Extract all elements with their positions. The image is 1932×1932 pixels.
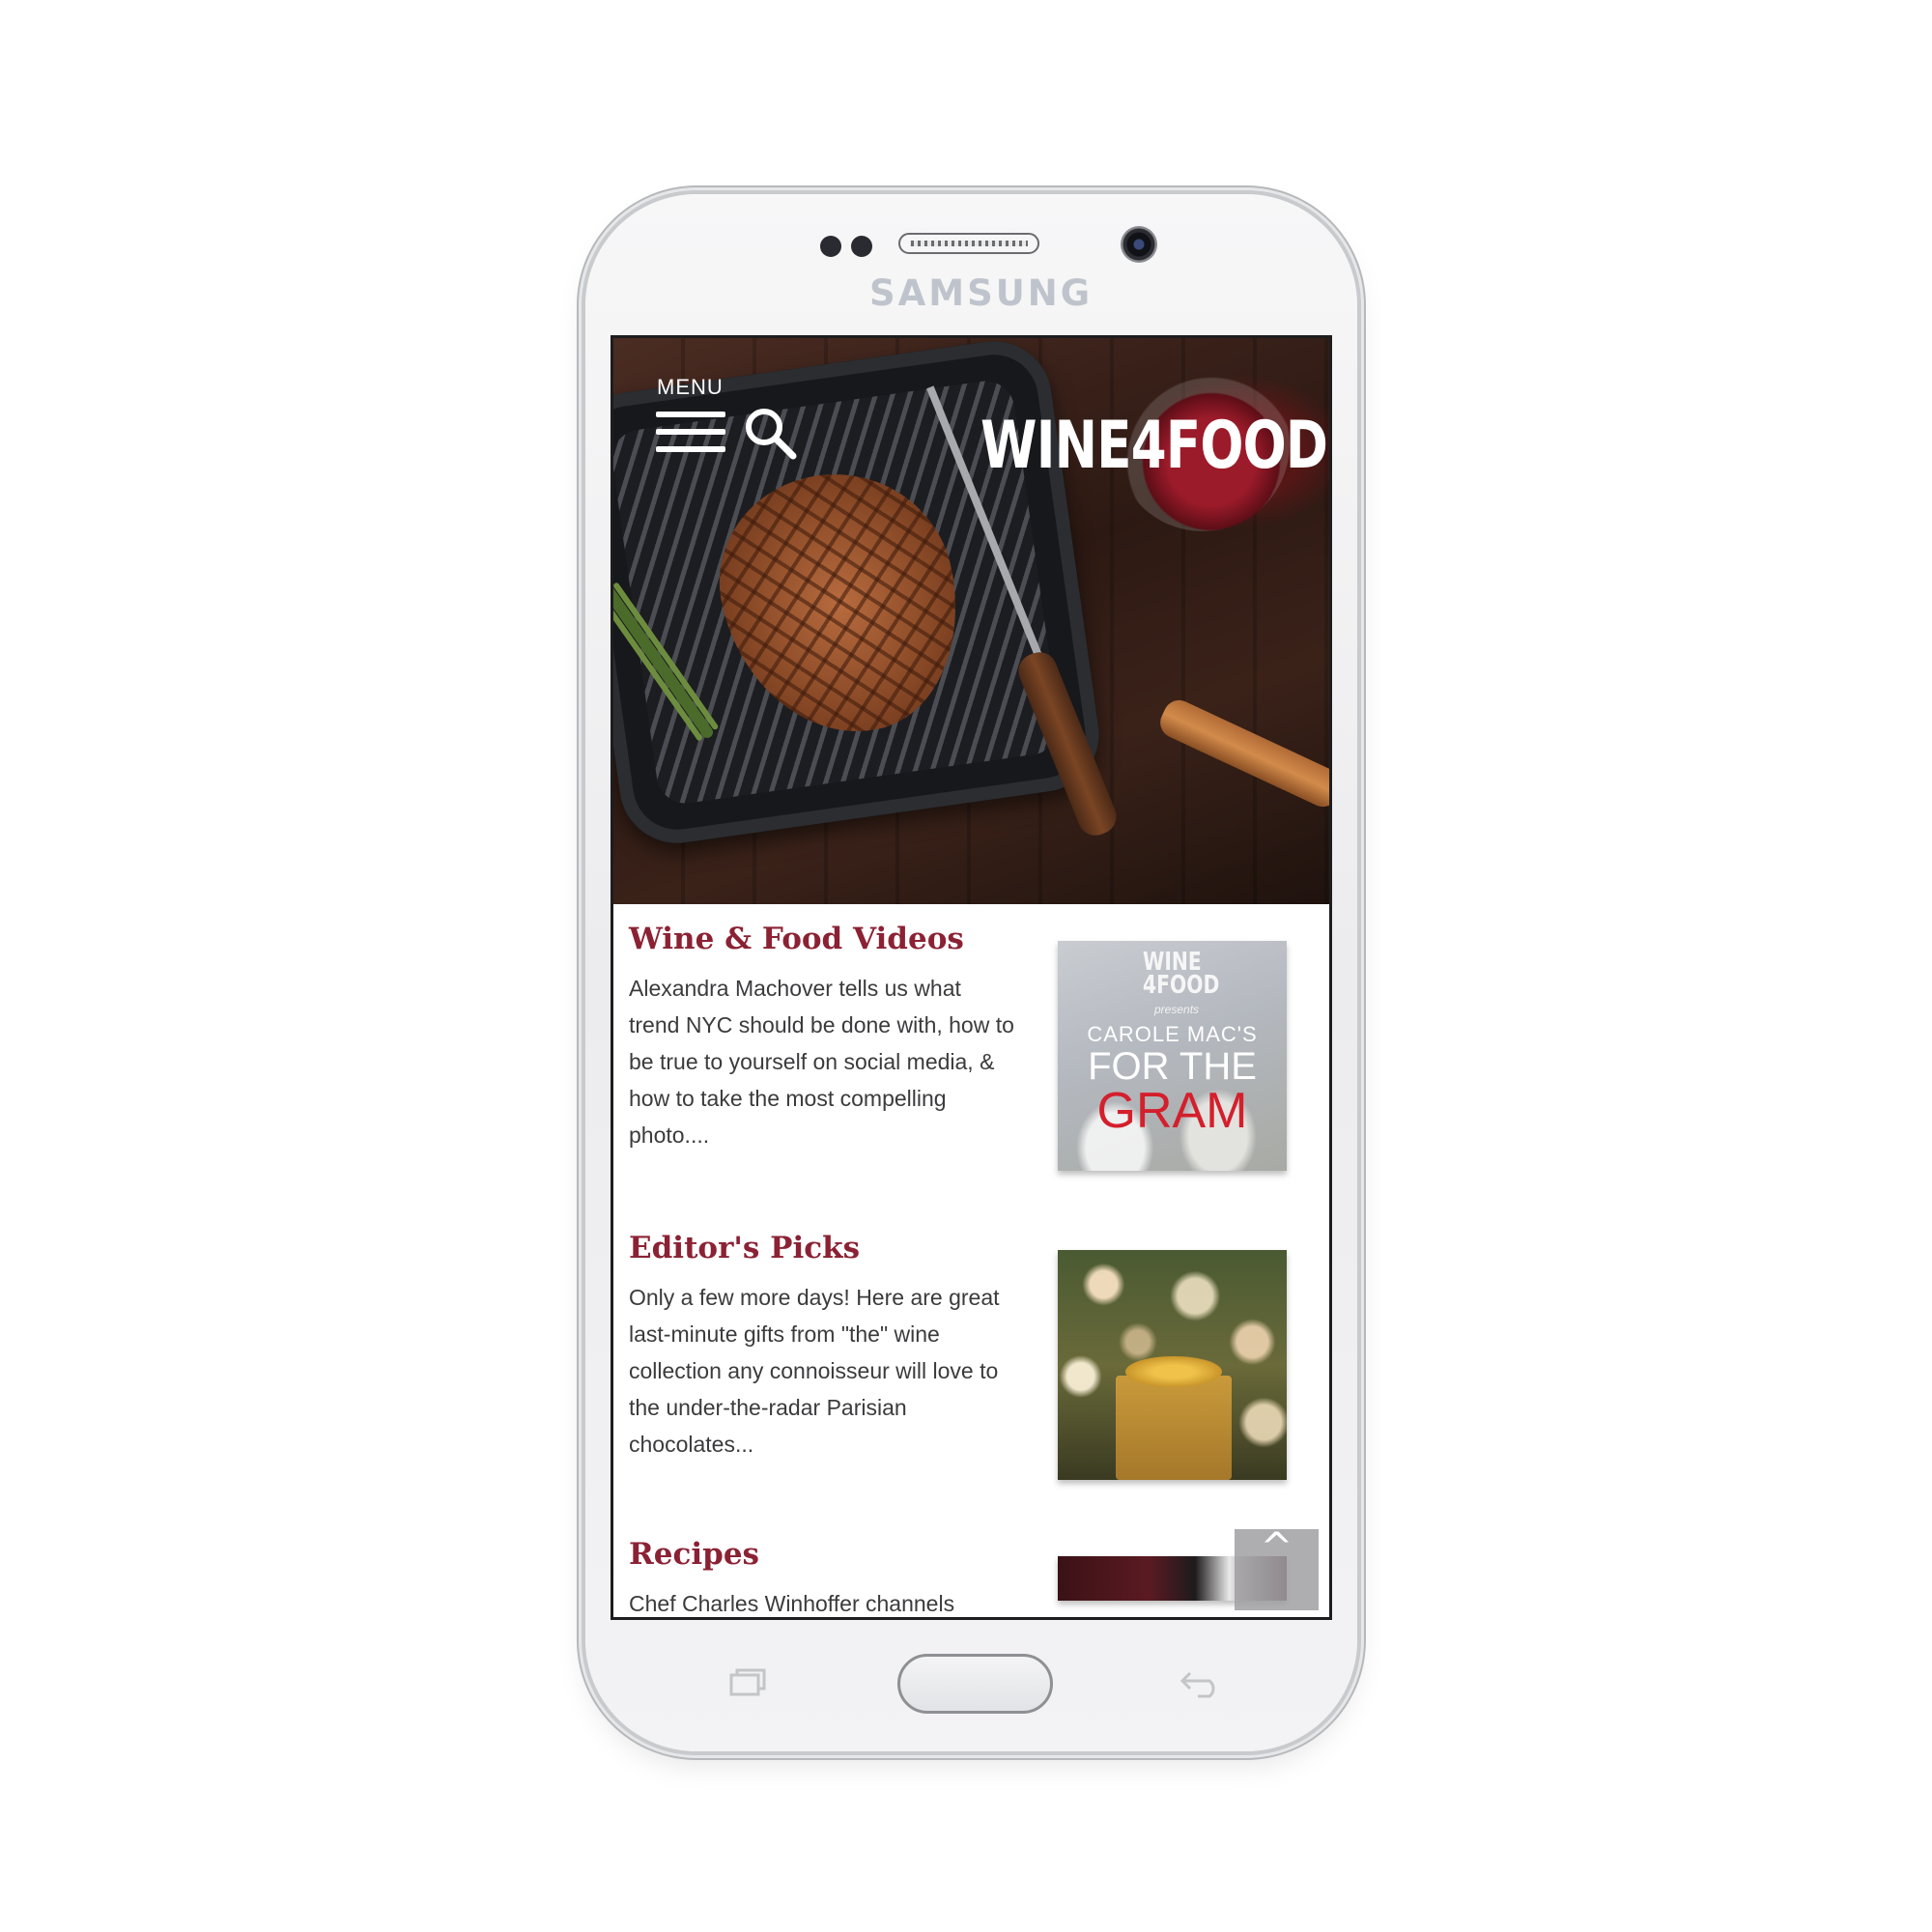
back-to-top-button[interactable]: ^ xyxy=(1235,1525,1319,1610)
thumbnail-brand-text: WINE 4FOOD xyxy=(1143,948,1220,1000)
gift-bow-graphic xyxy=(1125,1356,1222,1387)
thumbnail-line3: GRAM xyxy=(1096,1083,1248,1139)
caret-up-icon: ^ xyxy=(1260,1525,1293,1570)
knife-handle-graphic xyxy=(1154,695,1329,812)
volume-down-button[interactable] xyxy=(577,572,585,674)
recent-apps-icon[interactable] xyxy=(729,1667,768,1696)
light-sensor xyxy=(851,236,872,257)
search-icon[interactable] xyxy=(741,404,799,462)
article-excerpt: Only a few more days! Here are great las… xyxy=(629,1285,1000,1457)
gift-box-graphic xyxy=(1116,1376,1232,1480)
thumbnail-presents-text: presents xyxy=(1154,1003,1200,1016)
article-excerpt: Alexandra Machover tells us what trend N… xyxy=(629,976,1014,1148)
article-thumbnail[interactable] xyxy=(1058,1250,1287,1480)
site-logo[interactable]: WINE4FOOD xyxy=(980,408,1328,484)
article-title[interactable]: Recipes xyxy=(629,1537,759,1572)
home-button[interactable] xyxy=(897,1654,1053,1714)
proximity-sensor xyxy=(820,236,841,257)
phone-screen: MENU WINE4FOOD Wine & Food Videos Alexan… xyxy=(611,335,1332,1620)
power-button[interactable] xyxy=(1357,624,1366,723)
article-title[interactable]: Editor's Picks xyxy=(629,1231,860,1265)
article-excerpt: Chef Charles Winhoffer channels xyxy=(629,1591,955,1616)
article-title[interactable]: Wine & Food Videos xyxy=(629,922,964,956)
hamburger-icon[interactable] xyxy=(656,410,725,454)
earpiece-speaker xyxy=(898,233,1039,254)
menu-label: MENU xyxy=(657,375,724,399)
back-icon[interactable] xyxy=(1179,1667,1223,1698)
article-thumbnail[interactable]: WINE 4FOOD presents CAROLE MAC'S FOR THE… xyxy=(1058,941,1287,1171)
volume-up-button[interactable] xyxy=(577,425,585,527)
device-brand-logo: SAMSUNG xyxy=(869,272,1094,314)
thumbnail-line1: CAROLE MAC'S xyxy=(1087,1022,1258,1046)
front-camera xyxy=(1121,226,1157,263)
hero-image: MENU WINE4FOOD xyxy=(613,338,1329,904)
